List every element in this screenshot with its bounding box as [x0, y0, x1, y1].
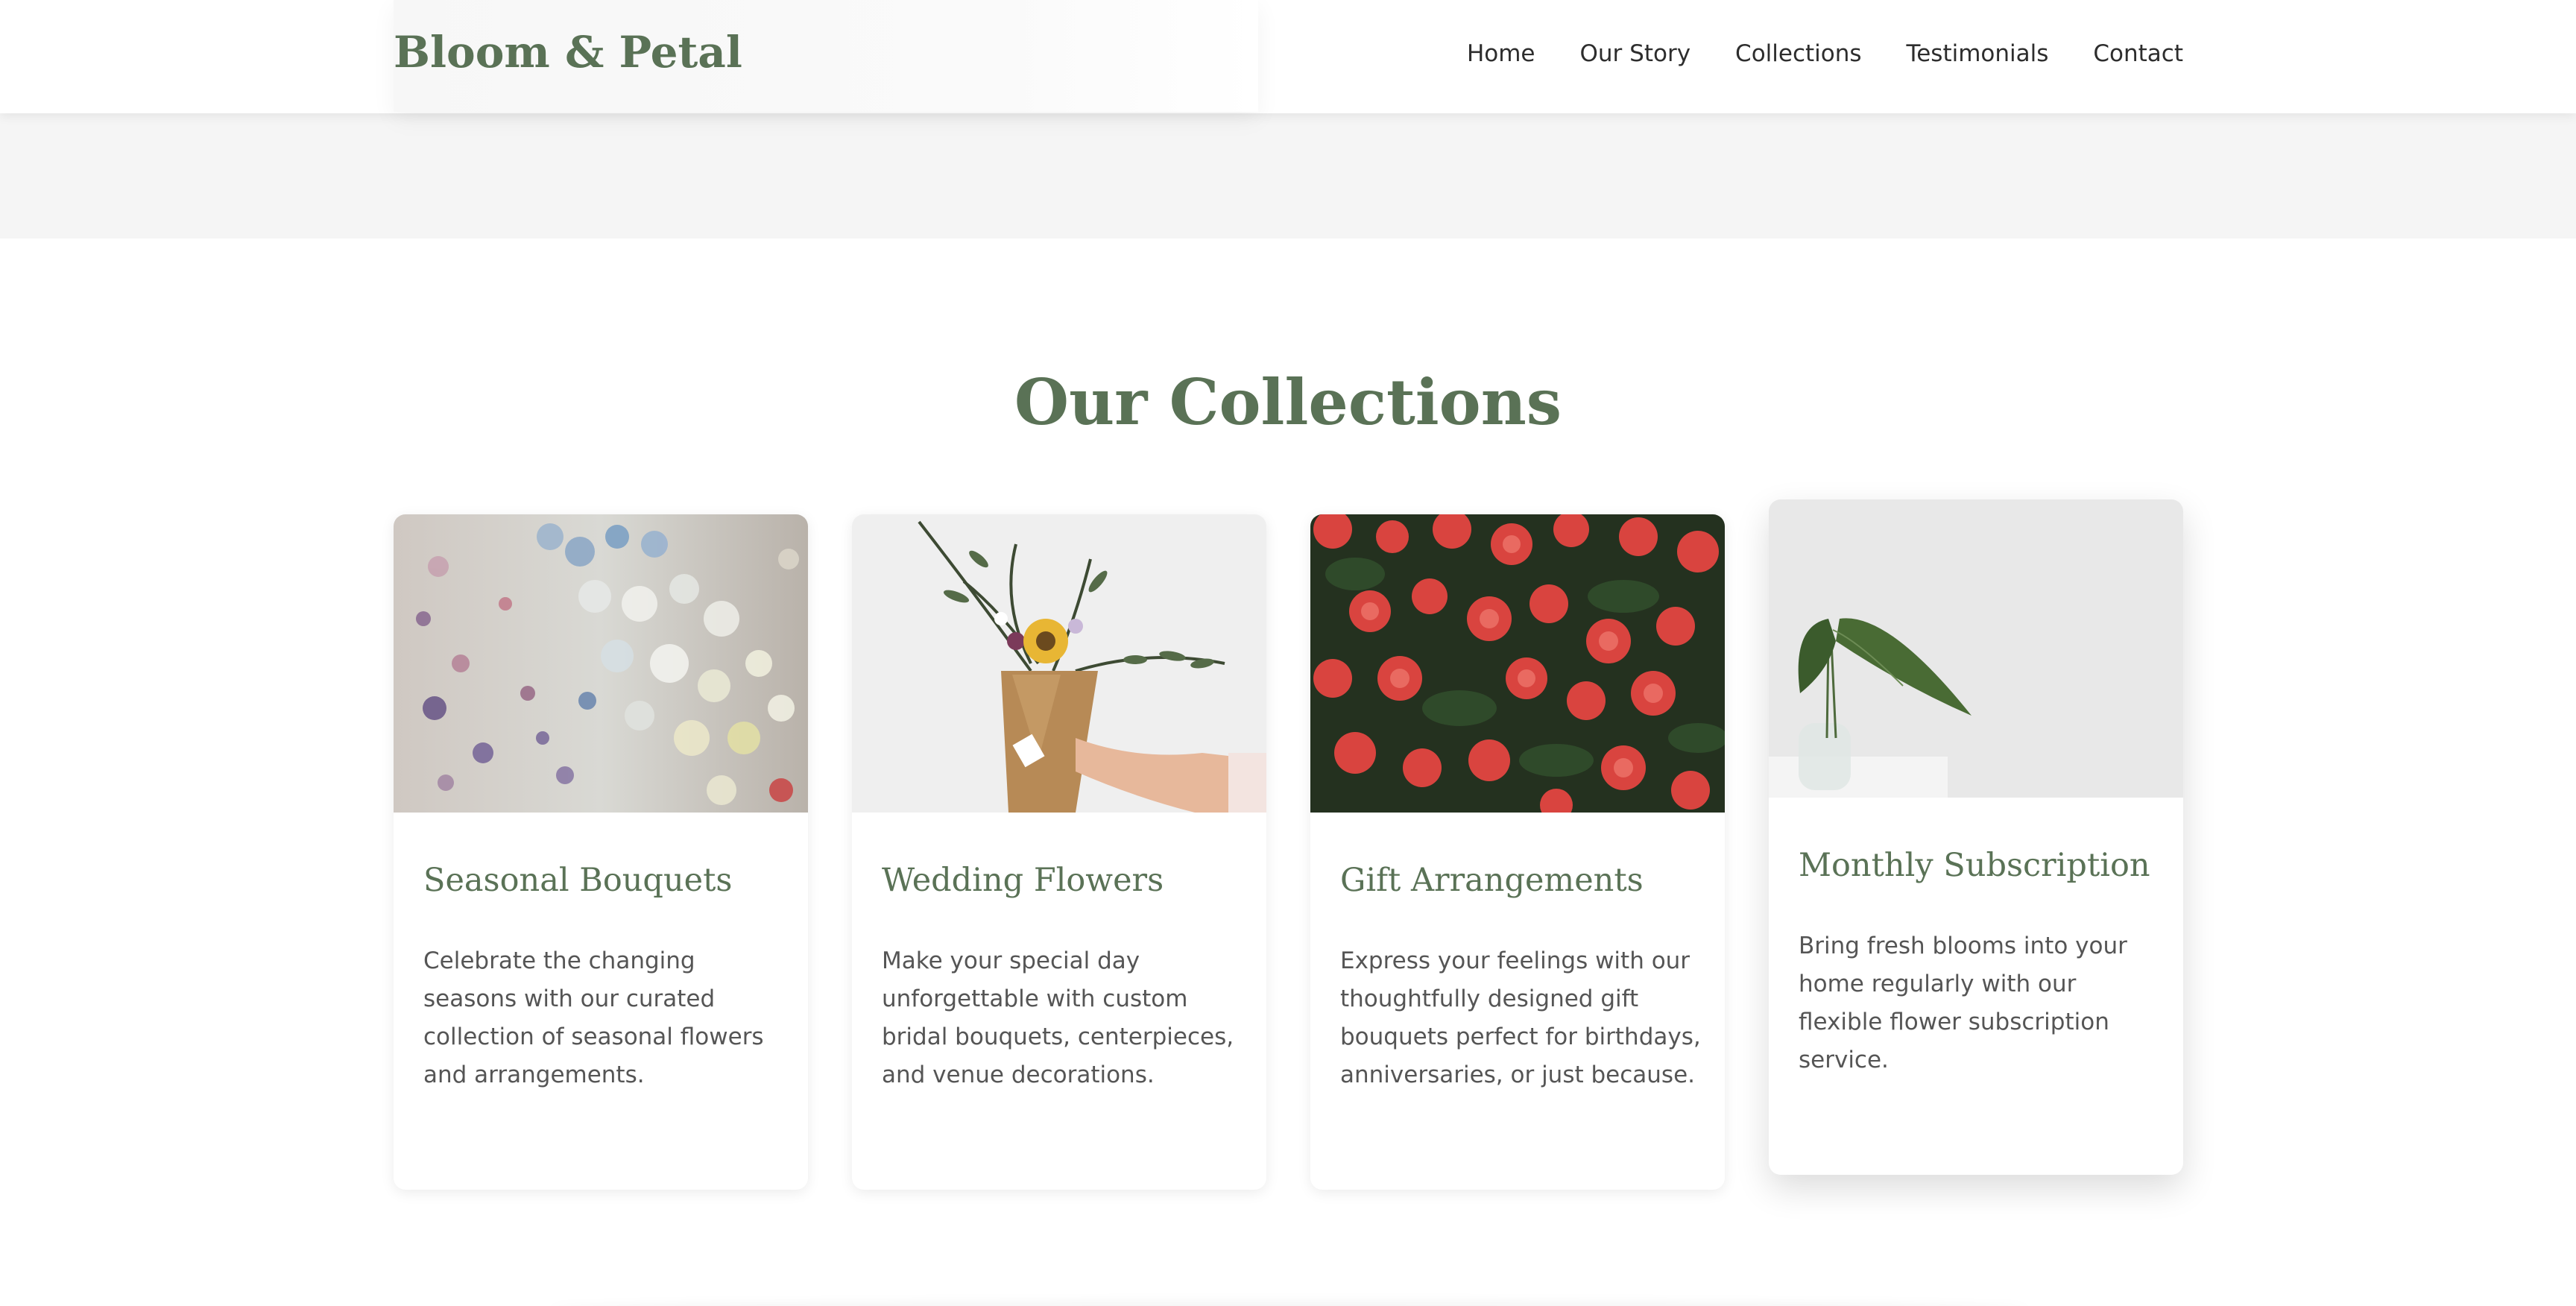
site-header: Bloom & Petal Home Our Story Collections… — [0, 0, 2576, 113]
nav-testimonials[interactable]: Testimonials — [1907, 40, 2049, 67]
gift-arrangements-image — [1310, 514, 1725, 813]
card-description: Express your feelings with our thoughtfu… — [1340, 947, 1701, 1088]
card-title: Monthly Subscription — [1799, 847, 2150, 884]
collection-card-wedding[interactable]: Wedding Flowers Make your special day un… — [852, 514, 1266, 1190]
card-description: Bring fresh blooms into your home regula… — [1799, 933, 2127, 1073]
monthly-subscription-image — [1769, 499, 2183, 798]
collection-card-gift[interactable]: Gift Arrangements Express your feelings … — [1310, 514, 1725, 1190]
collections-heading: Our Collections — [1014, 365, 1562, 439]
nav-contact[interactable]: Contact — [2093, 40, 2183, 67]
collection-card-subscription[interactable]: Monthly Subscription Bring fresh blooms … — [1769, 499, 2183, 1175]
collection-card-seasonal[interactable]: Seasonal Bouquets Celebrate the changing… — [394, 514, 808, 1190]
card-description: Make your special day unforgettable with… — [882, 947, 1234, 1088]
card-title: Gift Arrangements — [1340, 862, 1644, 899]
nav-our-story[interactable]: Our Story — [1580, 40, 1691, 67]
card-title: Wedding Flowers — [882, 862, 1164, 899]
main-nav: Home Our Story Collections Testimonials … — [1467, 40, 2183, 67]
nav-home[interactable]: Home — [1467, 40, 1535, 67]
seasonal-bouquets-image — [394, 514, 808, 813]
wedding-flowers-image — [852, 514, 1266, 813]
hero-section-bottom — [0, 113, 2576, 239]
card-title: Seasonal Bouquets — [423, 862, 733, 899]
card-description: Celebrate the changing seasons with our … — [423, 947, 764, 1088]
site-logo[interactable]: Bloom & Petal — [394, 27, 742, 78]
next-section-edge — [552, 1301, 2027, 1306]
nav-collections[interactable]: Collections — [1735, 40, 1862, 67]
